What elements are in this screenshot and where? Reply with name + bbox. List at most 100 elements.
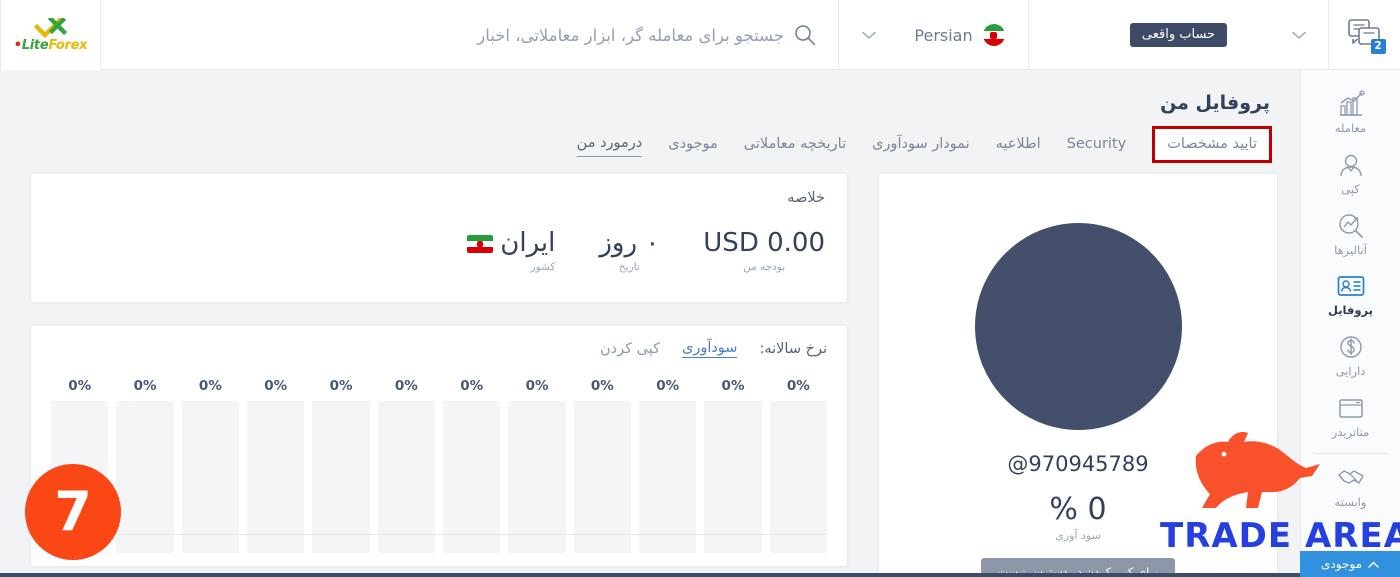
bar-column[interactable]: 0% (508, 378, 566, 553)
bar-column[interactable]: 0% (312, 378, 370, 553)
bar-rect (181, 401, 240, 553)
summary-value: ۰ روز (599, 228, 660, 258)
bar-value-label: 0% (68, 378, 92, 394)
summary-label: کشور (530, 261, 556, 274)
bar-column[interactable]: 0% (247, 378, 305, 553)
chevron-down-icon (1292, 31, 1306, 39)
search-icon (795, 25, 816, 46)
profile-profitability-label: سود آوری (1055, 529, 1101, 542)
bar-column[interactable]: 0% (443, 378, 501, 553)
sidebar-item-funds[interactable]: دارایی (1301, 325, 1400, 386)
liteforex-mark-icon (33, 18, 67, 38)
top-bar: 2 حساب واقعی Persian جستجو برای معامله گ… (0, 0, 1400, 70)
profile-id-icon (1337, 276, 1364, 297)
bar-value-label: 0% (329, 378, 353, 394)
tab-security[interactable]: Security (1067, 136, 1127, 157)
sidebar-item-label: آنالیزها (1334, 242, 1367, 257)
bar-value-label: 0% (394, 378, 418, 394)
sidebar-item-trade[interactable]: معامله (1301, 82, 1400, 143)
logo-forex-text: Forex (48, 38, 88, 53)
bar-column[interactable]: 0% (639, 378, 697, 553)
content-row: @970945789 0 % سود آوری برای کپی کردن در… (30, 173, 1278, 577)
summary-item-country: ایران کشور (467, 229, 556, 274)
step-annotation-badge: 7 (25, 464, 121, 560)
left-nav-sidebar: معامله کپی آنالیزها پروفایل دارایی متاتر… (1300, 70, 1400, 577)
profile-card: @970945789 0 % سود آوری برای کپی کردن در… (878, 173, 1278, 577)
bar-column[interactable]: 0% (704, 378, 762, 553)
bar-value-label: 0% (721, 378, 745, 394)
bottom-accent-bar (0, 573, 1400, 577)
chevron-up-icon (1368, 561, 1379, 568)
bar-rect (769, 401, 827, 553)
search-bar[interactable] (100, 0, 838, 70)
sidebar-divider (1313, 452, 1388, 454)
search-input[interactable] (123, 25, 784, 45)
sidebar-item-label: کپی (1341, 181, 1360, 196)
chart-tab-profitability[interactable]: سودآوری (681, 340, 738, 358)
balance-bar-label: موجودی (1321, 557, 1362, 571)
bar-rect (377, 401, 436, 553)
liteforex-wordmark: LiteForex • (14, 39, 88, 52)
bar-value-label: 0% (656, 378, 680, 394)
sidebar-item-analytics[interactable]: آنالیزها (1301, 204, 1400, 265)
tab-trading-history[interactable]: تاریخچه معاملاتی (744, 136, 846, 157)
messages-unread-badge: 2 (1370, 39, 1386, 54)
chart-baseline (51, 534, 827, 535)
account-selector[interactable]: حساب واقعی (1028, 0, 1328, 70)
bar-rect (508, 401, 566, 553)
bar-column[interactable]: 0% (573, 378, 632, 553)
liteforex-logo[interactable]: LiteForex • (0, 0, 100, 70)
tab-about-me[interactable]: درمورد من (576, 135, 643, 157)
tab-notice[interactable]: اطلاعیه (996, 136, 1041, 157)
profile-login: @970945789 (1007, 452, 1149, 476)
bar-column[interactable]: 0% (181, 378, 240, 553)
language-selector[interactable]: Persian (838, 0, 1028, 70)
summary-item-date: ۰ روز تاریخ (599, 228, 660, 274)
sidebar-item-label: پروفایل (1327, 303, 1374, 318)
summary-card: خلاصه 0.00 USD بودجه من ۰ روز تاریخ ایرا… (30, 173, 848, 303)
handshake-icon (1337, 470, 1364, 484)
bar-rect (247, 401, 305, 553)
bar-column[interactable]: 0% (116, 378, 174, 553)
sidebar-item-metatrader[interactable]: متاتریدر (1301, 386, 1400, 447)
profile-tabs: تایید مشخصات Security اطلاعیه نمودار سود… (30, 123, 1272, 163)
sidebar-item-copy[interactable]: کپی (1301, 143, 1400, 204)
bar-value-label: 0% (590, 378, 614, 394)
bar-value-label: 0% (525, 378, 549, 394)
iran-flag-icon (467, 234, 494, 253)
summary-country-value: ایران (467, 229, 555, 257)
sidebar-item-affiliate[interactable]: وابسته (1301, 456, 1400, 517)
profitability-chart-card: نرخ سالانه: سودآوری کپی کردن 0% 0% 0% 0% 0% 0… (30, 325, 848, 567)
bar-column[interactable]: 0% (769, 378, 827, 553)
analytics-icon (1338, 213, 1363, 238)
bar-rect (312, 401, 370, 553)
messages-button[interactable]: 2 (1328, 0, 1400, 70)
bar-rect (116, 401, 174, 553)
balance-bottom-bar[interactable]: موجودی (1300, 551, 1400, 577)
copy-person-icon (1339, 154, 1362, 176)
iran-flag-icon (982, 24, 1005, 46)
sidebar-item-profile[interactable]: پروفایل (1301, 264, 1400, 325)
main-content: پروفایل من تایید مشخصات Security اطلاعیه… (0, 70, 1300, 577)
app-screen: 2 حساب واقعی Persian جستجو برای معامله گ… (0, 0, 1400, 577)
tab-profitability-chart[interactable]: نمودار سودآوری (872, 136, 970, 157)
dollar-icon (1339, 336, 1362, 358)
bar-rect (704, 401, 762, 553)
bar-column[interactable]: 0% (377, 378, 436, 553)
bar-rect (573, 401, 632, 553)
sidebar-item-label: وابسته (1334, 494, 1367, 509)
summary-label: تاریخ (618, 261, 640, 274)
bar-rect (443, 401, 501, 553)
sidebar-item-label: معامله (1334, 121, 1367, 135)
messages-icon-wrap: 2 (1347, 19, 1386, 54)
bar-rect (639, 401, 697, 553)
chart-header: نرخ سالانه: سودآوری کپی کردن (51, 340, 827, 358)
tab-verify-details[interactable]: تایید مشخصات (1152, 126, 1272, 163)
tab-balance[interactable]: موجودی (668, 136, 718, 157)
logo-lite-text: Lite (21, 38, 49, 53)
chart-tab-copying[interactable]: کپی کردن (600, 341, 660, 357)
profile-column: @970945789 0 % سود آوری برای کپی کردن در… (878, 173, 1278, 577)
avatar (974, 223, 1182, 430)
bar-value-label: 0% (198, 378, 222, 394)
summary-value: 0.00 USD (703, 228, 825, 258)
